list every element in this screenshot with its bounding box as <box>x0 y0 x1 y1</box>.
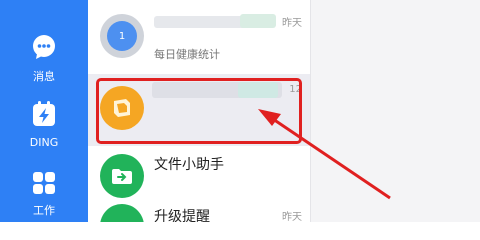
chat-title: 文件小助手 <box>154 157 224 173</box>
chat-item-file-helper[interactable]: 文件小助手 <box>88 148 310 208</box>
chat-item-health-stats[interactable]: 1 每日健康统计 昨天 <box>88 2 310 72</box>
nav-label-ding: DING <box>29 136 59 149</box>
work-grid-icon <box>0 170 88 196</box>
message-icon <box>0 34 88 60</box>
nav-item-work[interactable]: 工作 <box>0 170 88 222</box>
ding-icon <box>0 100 88 128</box>
chat-subtitle: 每日健康统计 <box>154 48 220 61</box>
conversation-pane <box>310 0 480 222</box>
nav-label-work: 工作 <box>33 204 55 217</box>
redacted-title-accent <box>240 14 276 28</box>
chat-title: 升级提醒 <box>154 209 210 222</box>
nav-rail: 消息 DING 工作 <box>0 0 88 222</box>
annotation-highlight-box <box>96 78 302 144</box>
nav-item-ding[interactable]: DING <box>0 100 88 152</box>
chat-item-upgrade-reminder[interactable]: 升级提醒 昨天 <box>88 200 310 222</box>
app-window: 消息 DING 工作 1 每日健康统计 昨天 12 文件小助手 升级提醒 昨天 <box>0 0 480 222</box>
file-transfer-icon <box>100 154 144 198</box>
nav-label-messages: 消息 <box>33 70 55 83</box>
nav-item-messages[interactable]: 消息 <box>0 34 88 86</box>
chat-time: 昨天 <box>282 18 302 29</box>
upgrade-reminder-icon <box>100 204 144 222</box>
avatar-badge: 1 <box>107 21 137 51</box>
chat-time: 昨天 <box>282 212 302 222</box>
grey-circle-avatar: 1 <box>100 14 144 58</box>
